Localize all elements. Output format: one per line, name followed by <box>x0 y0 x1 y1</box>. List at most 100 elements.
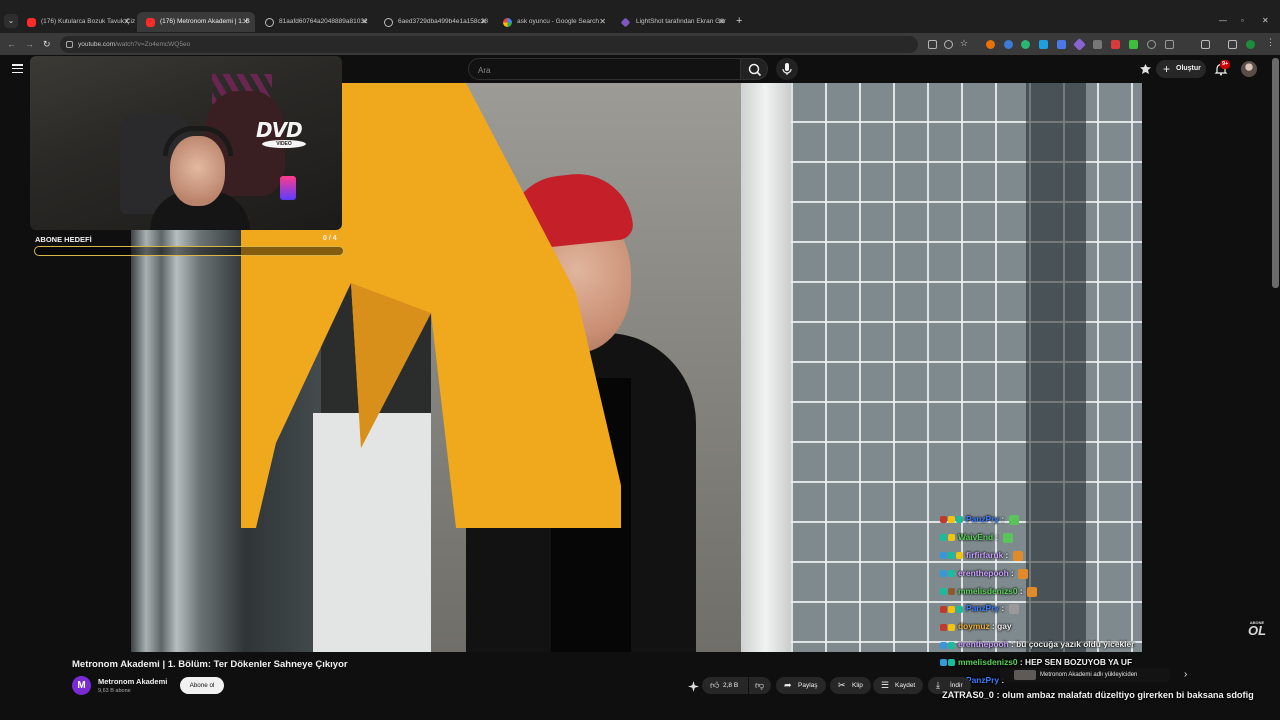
chat-separator: : <box>999 603 1007 614</box>
close-tab-icon[interactable]: ✕ <box>599 12 606 32</box>
site-info-icon[interactable] <box>66 41 73 48</box>
chat-badge-icon <box>948 605 955 613</box>
create-button[interactable]: + Oluştur <box>1156 60 1206 78</box>
uploader-chip[interactable]: Metronom Akademi adlı yükleyiciden <box>1000 668 1170 682</box>
chat-badge-icon <box>948 516 955 524</box>
address-bar[interactable]: youtube.com/watch?v=Zo4emcWQ5eo <box>60 36 918 53</box>
close-tab-icon[interactable]: ✕ <box>123 12 130 32</box>
browser-tab[interactable]: 6aed3729dba499b4e1a158c28 ✕ <box>375 12 493 32</box>
chat-badge-icon <box>956 552 963 560</box>
save-button[interactable]: ☰ Kaydet <box>873 677 924 694</box>
close-tab-icon[interactable]: ✕ <box>361 12 368 32</box>
extension-icon[interactable] <box>1021 40 1030 49</box>
browser-tab[interactable]: 81aafd60764a2048889a81032 ✕ <box>256 12 374 32</box>
chat-separator: : <box>989 621 998 632</box>
minimize-icon[interactable]: — <box>1219 16 1227 26</box>
clip-button[interactable]: ✂ Klip <box>830 677 871 694</box>
hide-icon[interactable] <box>944 40 953 49</box>
subscriber-goal-progress <box>34 246 344 256</box>
bookmark-star-icon[interactable]: ☆ <box>960 38 969 48</box>
browser-tab[interactable]: LightShot tarafından Ekran Gör ✕ <box>613 12 731 32</box>
extension-icon[interactable] <box>1129 40 1138 49</box>
chat-username: PanzPry <box>966 514 1000 525</box>
dislike-button[interactable]: 👎︎ <box>749 677 771 694</box>
tab-title: 81aafd60764a2048889a81032 <box>279 18 368 25</box>
extension-icon[interactable] <box>986 40 995 49</box>
extension-icon[interactable] <box>1165 40 1174 49</box>
chat-message: WaivEnd : <box>940 529 1270 547</box>
scissors-icon: ✂ <box>838 680 846 690</box>
extension-icon[interactable] <box>1057 40 1066 49</box>
chat-badge-icon <box>940 587 947 595</box>
chat-badge-icon <box>948 587 955 595</box>
chat-badge-icon <box>940 623 947 631</box>
browser-tab[interactable]: (176) Kutularca Bozuk Tavuk Çiz ✕ <box>18 12 136 32</box>
browser-tab-strip: ⌄ (176) Kutularca Bozuk Tavuk Çiz ✕ (176… <box>0 0 1280 34</box>
chat-username: PanzPry <box>966 675 1000 686</box>
reload-icon[interactable]: ↻ <box>43 38 51 50</box>
new-tab-icon[interactable]: + <box>736 15 742 27</box>
subscriber-count: 9,63 B abone <box>98 688 131 694</box>
youtube-icon <box>27 18 36 27</box>
tab-groups-icon[interactable] <box>1228 40 1237 49</box>
extension-icon[interactable] <box>1093 40 1102 49</box>
youtube-icon <box>146 18 155 27</box>
chat-badges <box>940 511 964 529</box>
lightshot-icon <box>620 17 631 28</box>
page-scrollbar[interactable] <box>1272 58 1279 288</box>
chevron-right-icon[interactable]: › <box>1184 669 1187 680</box>
video-scene-pillar <box>741 83 796 652</box>
chat-emote-icon <box>1012 550 1023 561</box>
extension-icon[interactable] <box>1111 40 1120 49</box>
extension-overlay-icon[interactable] <box>1139 63 1152 76</box>
close-window-icon[interactable]: ✕ <box>1262 16 1269 26</box>
channel-name[interactable]: Metronom Akademi <box>98 677 167 686</box>
search-button[interactable] <box>740 58 768 80</box>
more-menu-icon[interactable]: ⋮ <box>1266 37 1275 47</box>
related-thumbnail <box>1014 670 1036 680</box>
chat-text: bu çocuğa yazık oldu yicekler <box>1016 639 1135 650</box>
subscribe-button[interactable]: Abone ol <box>180 677 224 694</box>
extension-icon[interactable] <box>1073 38 1086 51</box>
extensions-puzzle-icon[interactable] <box>1201 40 1210 49</box>
subscribe-watermark[interactable]: ABONE OL <box>1244 620 1270 637</box>
back-icon[interactable]: ← <box>7 38 16 50</box>
share-arrow-icon: ➦ <box>784 680 792 690</box>
tab-title: (176) Metronom Akademi | 1. B <box>160 18 250 25</box>
url-text: youtube.com/watch?v=Zo4emcWQ5eo <box>78 41 191 48</box>
chat-badges <box>940 547 964 565</box>
notification-badge: 9+ <box>1220 60 1231 69</box>
like-button[interactable]: 👍︎ 2,8 B <box>702 677 748 694</box>
extension-icon[interactable] <box>1039 40 1048 49</box>
search-input[interactable] <box>478 63 718 77</box>
chat-message: PanzPry : <box>940 600 1270 618</box>
guide-menu-icon[interactable] <box>12 64 23 74</box>
chat-badge-icon <box>956 605 963 613</box>
restore-icon[interactable]: ▫ <box>1241 16 1244 26</box>
chat-badge-icon <box>956 516 963 524</box>
forward-icon[interactable]: → <box>25 38 34 50</box>
subscriber-goal-label: ABONE HEDEFİ <box>35 235 92 244</box>
browser-tab[interactable]: ask oyuncu - Google Search ✕ <box>494 12 612 32</box>
voice-search-button[interactable] <box>776 58 798 80</box>
sparkle-icon[interactable] <box>688 681 699 692</box>
subscriber-goal-count: 0 / 4 <box>323 235 337 242</box>
tab-search-icon[interactable]: ⌄ <box>4 14 18 28</box>
globe-icon <box>265 18 274 27</box>
close-tab-icon[interactable]: ✕ <box>480 12 487 32</box>
browser-tab-active[interactable]: (176) Metronom Akademi | 1. B ✕ <box>137 12 255 32</box>
chat-emote-icon <box>1018 568 1029 579</box>
extension-icon[interactable] <box>1147 40 1156 49</box>
account-avatar[interactable] <box>1241 61 1257 77</box>
chat-emote-icon <box>1008 514 1019 525</box>
share-button[interactable]: ➦ Paylaş <box>776 677 826 694</box>
close-tab-icon[interactable]: ✕ <box>718 12 725 32</box>
channel-avatar[interactable]: M <box>72 676 91 695</box>
close-tab-icon[interactable]: ✕ <box>242 12 249 32</box>
cast-icon[interactable] <box>928 40 937 49</box>
chat-badge-icon <box>940 569 947 577</box>
chat-badge-icon <box>948 534 955 542</box>
extension-icon[interactable] <box>1004 40 1013 49</box>
chat-badges <box>940 618 956 636</box>
profile-icon[interactable] <box>1246 40 1255 49</box>
